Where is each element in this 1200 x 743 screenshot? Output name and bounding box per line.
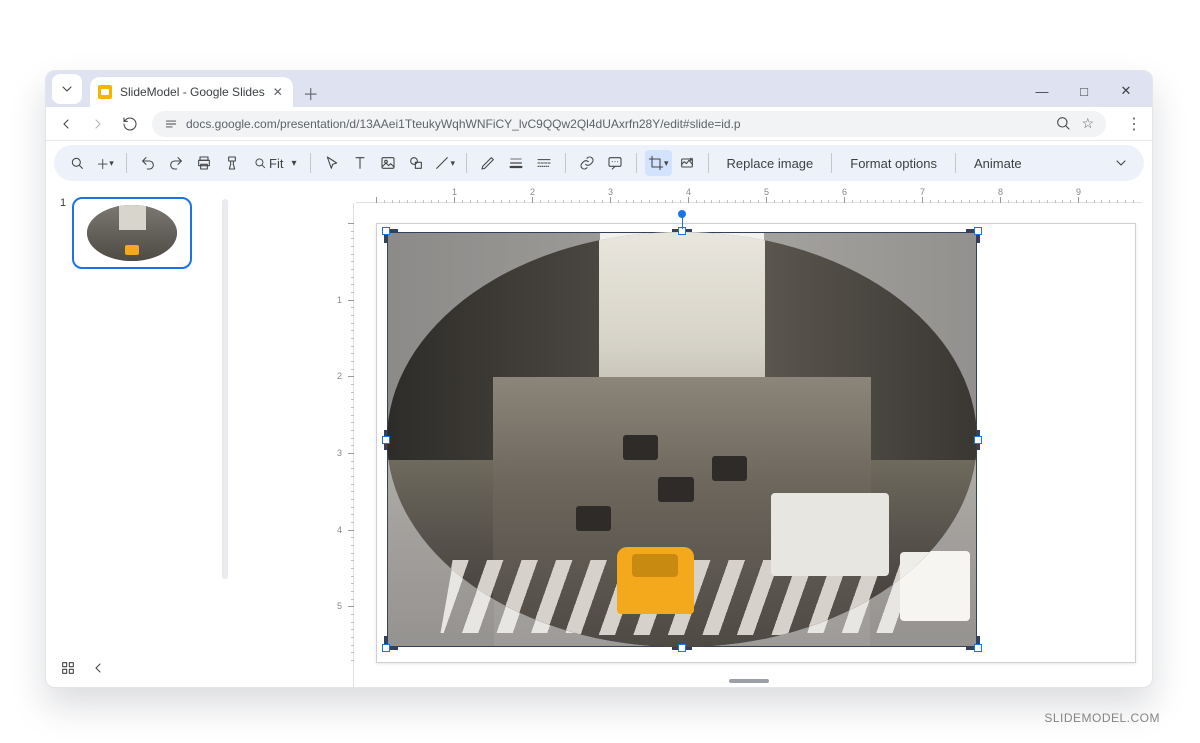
- new-tab-button[interactable]: ＋: [297, 79, 325, 107]
- paint-format-button[interactable]: [219, 150, 245, 176]
- close-tab-icon[interactable]: ✕: [273, 85, 283, 99]
- ruler-v-label: 1: [337, 295, 342, 305]
- collapse-filmstrip-button[interactable]: [90, 660, 106, 681]
- tabs-dropdown-button[interactable]: [52, 74, 82, 104]
- maximize-button[interactable]: □: [1074, 83, 1094, 99]
- ruler-v-label: 3: [337, 448, 342, 458]
- ruler-h-label: 4: [686, 187, 691, 197]
- ruler-h-label: 9: [1076, 187, 1081, 197]
- selection-handle-bl[interactable]: [382, 644, 390, 652]
- ruler-h-label: 1: [452, 187, 457, 197]
- reload-button[interactable]: [120, 114, 140, 134]
- slide[interactable]: [376, 223, 1136, 663]
- back-button[interactable]: [56, 114, 76, 134]
- undo-button[interactable]: [135, 150, 161, 176]
- replace-image-button[interactable]: Replace image: [717, 150, 824, 176]
- vertical-ruler[interactable]: 1 2 3 4 5: [334, 203, 354, 687]
- address-bar: docs.google.com/presentation/d/13AAei1Tt…: [46, 107, 1152, 141]
- workspace: 1 /*ticks placed below via absolute span…: [46, 185, 1152, 687]
- image-crop-frame[interactable]: [387, 232, 977, 647]
- ruler-h-label: 3: [608, 187, 613, 197]
- editor: /*ticks placed below via absolute spans*…: [246, 185, 1152, 687]
- ruler-v-label: 2: [337, 371, 342, 381]
- watermark: SLIDEMODEL.COM: [1044, 711, 1160, 725]
- tab-title: SlideModel - Google Slides: [120, 85, 265, 99]
- ruler-h-label: 8: [998, 187, 1003, 197]
- ruler-h-label: 2: [530, 187, 535, 197]
- border-dash-button[interactable]: [531, 150, 557, 176]
- filmstrip-scrollbar[interactable]: [222, 199, 228, 579]
- zoom-indicator-icon[interactable]: [1055, 115, 1071, 131]
- selection-handle-left[interactable]: [382, 436, 390, 444]
- insert-image-button[interactable]: [375, 150, 401, 176]
- close-window-button[interactable]: ✕: [1116, 83, 1136, 99]
- insert-line-button[interactable]: ▾: [431, 150, 458, 176]
- tab-strip: SlideModel - Google Slides ✕ ＋ ― □ ✕: [46, 71, 1152, 107]
- toolbar-expand-button[interactable]: [1108, 150, 1134, 176]
- rotation-handle[interactable]: [678, 210, 686, 218]
- border-color-button[interactable]: [475, 150, 501, 176]
- browser-window: SlideModel - Google Slides ✕ ＋ ― □ ✕ doc…: [45, 70, 1153, 688]
- ruler-v-label: 5: [337, 601, 342, 611]
- insert-shape-button[interactable]: [403, 150, 429, 176]
- crop-image-button[interactable]: ▾: [645, 150, 672, 176]
- slide-canvas[interactable]: [356, 203, 1142, 687]
- insert-comment-button[interactable]: [602, 150, 628, 176]
- zoom-label: Fit: [269, 156, 283, 171]
- animate-button[interactable]: Animate: [964, 150, 1032, 176]
- selection-handle-tl[interactable]: [382, 227, 390, 235]
- slide-thumbnail[interactable]: [72, 197, 192, 269]
- browser-tab[interactable]: SlideModel - Google Slides ✕: [90, 77, 293, 107]
- ruler-v-label: 4: [337, 525, 342, 535]
- bottom-bar: [46, 653, 1152, 687]
- horizontal-ruler[interactable]: /*ticks placed below via absolute spans*…: [356, 185, 1142, 203]
- grid-view-button[interactable]: [60, 660, 76, 681]
- print-button[interactable]: [191, 150, 217, 176]
- text-box-button[interactable]: [347, 150, 373, 176]
- omnibox[interactable]: docs.google.com/presentation/d/13AAei1Tt…: [152, 111, 1106, 137]
- browser-menu-button[interactable]: ⋮: [1126, 114, 1142, 134]
- google-slides-icon: [98, 85, 112, 99]
- slide-number: 1: [60, 197, 66, 677]
- selection-handle-bottom[interactable]: [678, 644, 686, 652]
- search-menus-button[interactable]: [64, 150, 90, 176]
- selection-handle-tr[interactable]: [974, 227, 982, 235]
- site-settings-icon[interactable]: [164, 117, 178, 131]
- zoom-dropdown[interactable]: Fit ▾: [247, 156, 302, 171]
- ruler-h-label: 5: [764, 187, 769, 197]
- selection-handle-br[interactable]: [974, 644, 982, 652]
- slide-panel[interactable]: 1: [46, 185, 246, 687]
- reset-image-button[interactable]: [674, 150, 700, 176]
- ruler-h-label: 6: [842, 187, 847, 197]
- border-weight-button[interactable]: [503, 150, 529, 176]
- chevron-down-icon: ▾: [291, 158, 296, 169]
- selection-handle-right[interactable]: [974, 436, 982, 444]
- new-slide-button[interactable]: ＋▾: [92, 150, 118, 176]
- forward-button[interactable]: [88, 114, 108, 134]
- bookmark-icon[interactable]: ☆: [1081, 115, 1094, 132]
- select-tool-button[interactable]: [319, 150, 345, 176]
- insert-link-button[interactable]: [574, 150, 600, 176]
- image-mask-oval[interactable]: [387, 232, 977, 647]
- slides-toolbar: ＋▾ Fit ▾ ▾ ▾: [54, 145, 1144, 181]
- window-controls: ― □ ✕: [1032, 83, 1144, 107]
- format-options-button[interactable]: Format options: [840, 150, 947, 176]
- url-text: docs.google.com/presentation/d/13AAei1Tt…: [186, 117, 741, 131]
- ruler-h-label: 7: [920, 187, 925, 197]
- minimize-button[interactable]: ―: [1032, 83, 1052, 99]
- redo-button[interactable]: [163, 150, 189, 176]
